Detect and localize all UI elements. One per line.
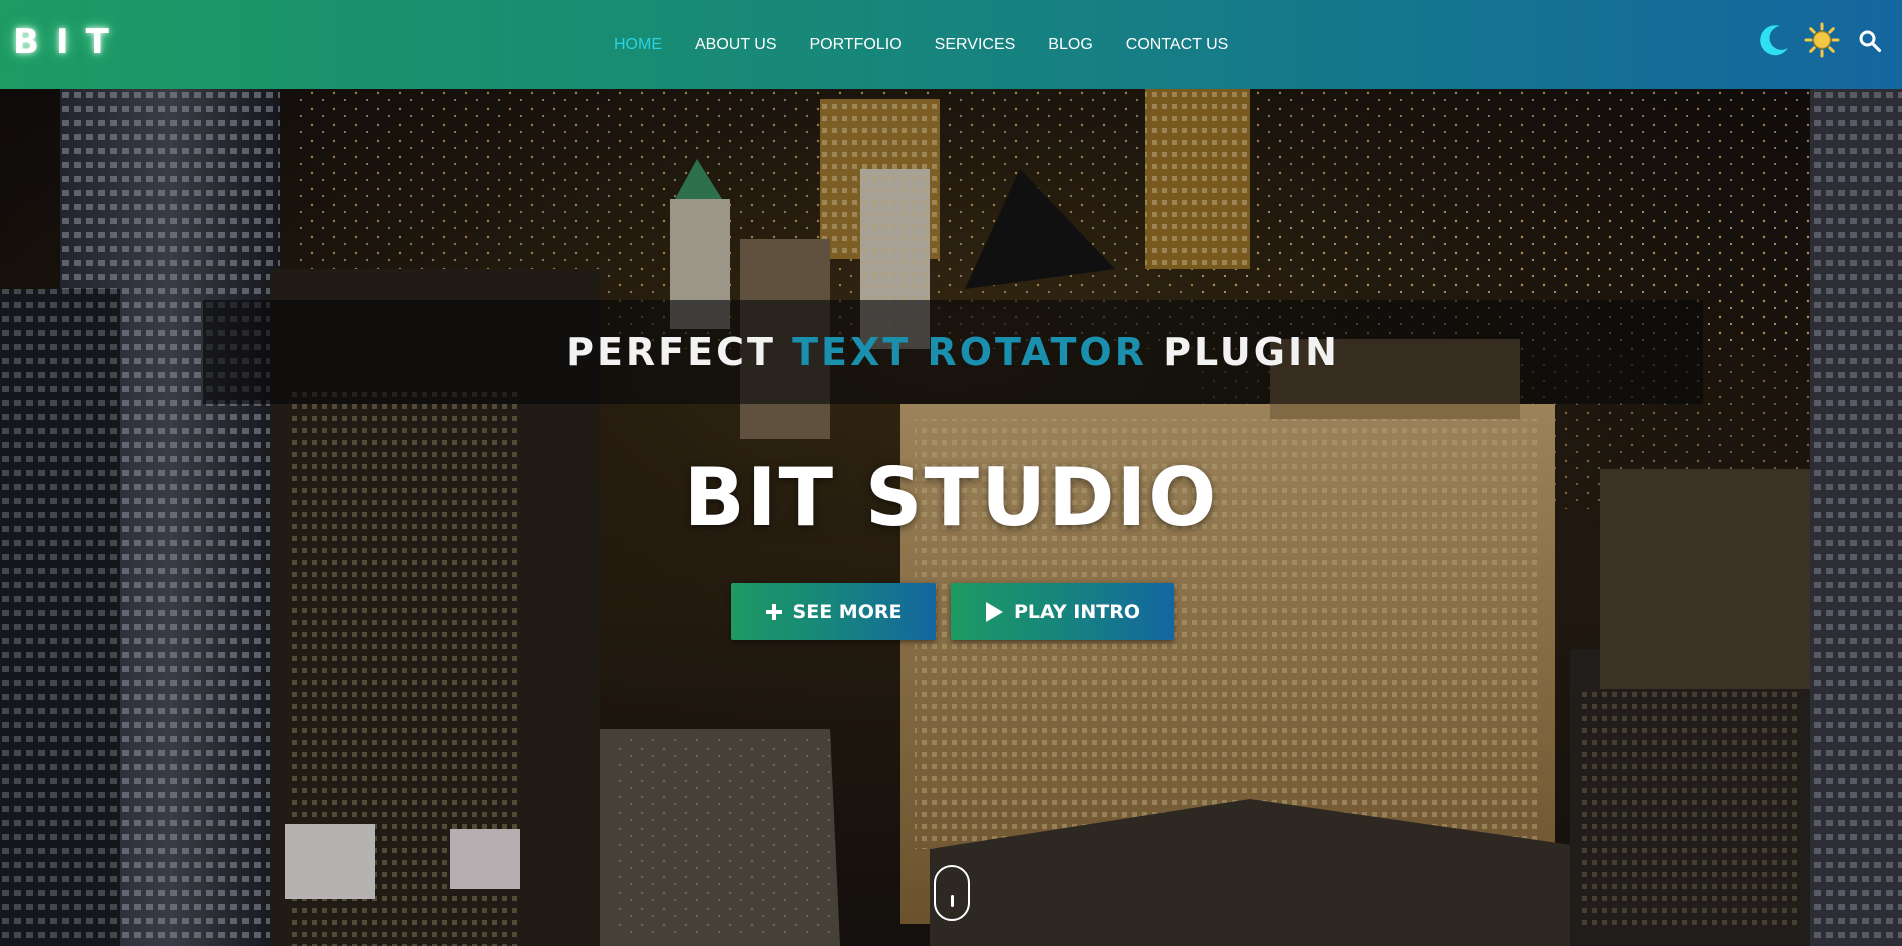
sun-icon[interactable] (1804, 22, 1840, 58)
rotator-suffix: PLUGIN (1163, 330, 1340, 374)
nav-item-services[interactable]: SERVICES (935, 36, 1016, 54)
nav-item-home[interactable]: HOME (614, 36, 662, 54)
search-icon[interactable] (1858, 29, 1882, 53)
play-intro-label: PLAY INTRO (1013, 600, 1140, 623)
plus-icon (765, 603, 782, 620)
scroll-wheel (951, 895, 954, 907)
moon-icon[interactable] (1756, 22, 1792, 58)
top-navigation-bar: BIT HOME ABOUT US PORTFOLIO SERVICES BLO… (0, 0, 1902, 89)
nav-item-contact-us[interactable]: CONTACT US (1126, 36, 1229, 54)
logo[interactable]: BIT (13, 22, 126, 62)
hero-section: PERFECT TEXT ROTATOR PLUGIN BIT STUDIO S… (0, 89, 1902, 946)
text-rotator: PERFECT TEXT ROTATOR PLUGIN (566, 330, 1340, 374)
see-more-label: SEE MORE (792, 600, 902, 623)
see-more-button[interactable]: SEE MORE (731, 583, 936, 640)
rotator-highlight: TEXT ROTATOR (792, 330, 1147, 374)
nav-item-portfolio[interactable]: PORTFOLIO (810, 36, 902, 54)
hero-title: BIT STUDIO (683, 451, 1219, 544)
play-icon (985, 601, 1003, 622)
nav-item-about-us[interactable]: ABOUT US (695, 36, 777, 54)
mouse-scroll-icon[interactable] (934, 865, 970, 921)
rotator-prefix: PERFECT (566, 330, 776, 374)
nav-item-blog[interactable]: BLOG (1048, 36, 1092, 54)
text-rotator-band: PERFECT TEXT ROTATOR PLUGIN (203, 300, 1703, 404)
main-nav: HOME ABOUT US PORTFOLIO SERVICES BLOG CO… (614, 0, 1228, 89)
play-intro-button[interactable]: PLAY INTRO (951, 583, 1174, 640)
